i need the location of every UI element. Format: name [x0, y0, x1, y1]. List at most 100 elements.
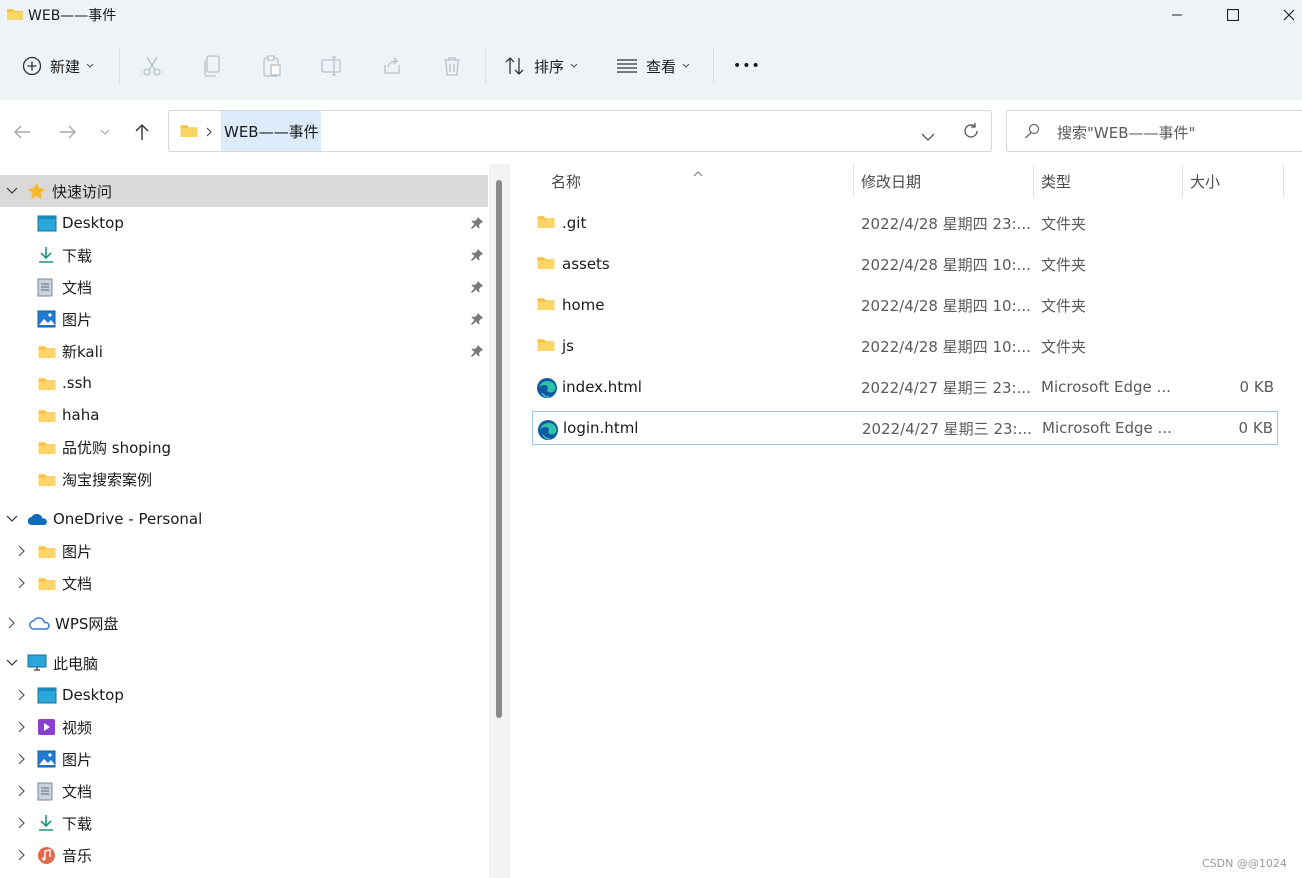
maximize-button[interactable] [1210, 0, 1256, 30]
nav-this-pc[interactable]: 此电脑 [0, 647, 488, 679]
new-button[interactable]: 新建 [22, 48, 94, 84]
nav-onedrive-documents[interactable]: 文档 [0, 567, 488, 599]
share-button[interactable] [382, 48, 402, 84]
column-header-type[interactable]: 类型 [1041, 168, 1071, 194]
more-options-button[interactable]: ••• [733, 48, 761, 84]
column-header-name[interactable]: 名称 [551, 168, 581, 194]
file-date: 2022/4/28 星期四 10:... [861, 255, 1031, 274]
recent-locations-button[interactable] [92, 118, 118, 146]
nav-quick-item[interactable]: 淘宝搜索案例 [0, 463, 488, 495]
file-row[interactable]: index.html 2022/4/27 星期三 23:... Microsoft … [532, 370, 1278, 404]
delete-button[interactable] [443, 48, 461, 84]
rename-button[interactable] [321, 48, 343, 84]
nav-pc-item[interactable]: 视频 [0, 711, 488, 743]
file-row[interactable]: assets 2022/4/28 星期四 10:... 文件夹 [532, 247, 1278, 281]
nav-label: OneDrive - Personal [53, 510, 203, 528]
forward-button[interactable] [54, 118, 82, 146]
nav-pc-item[interactable]: Desktop [0, 679, 488, 711]
nav-quick-item[interactable]: haha [0, 399, 488, 431]
column-divider[interactable] [853, 164, 854, 198]
refresh-button[interactable] [962, 122, 980, 144]
close-button[interactable] [1266, 0, 1302, 30]
address-dropdown-button[interactable] [921, 127, 935, 145]
nav-quick-item[interactable]: .ssh [0, 367, 488, 399]
chevron-right-icon[interactable] [206, 123, 212, 141]
paste-button[interactable] [262, 48, 282, 84]
chevron-down-icon[interactable] [5, 184, 19, 198]
chevron-down-icon[interactable] [5, 512, 19, 526]
nav-onedrive-pictures[interactable]: 图片 [0, 535, 488, 567]
column-divider[interactable] [1182, 164, 1183, 198]
column-divider[interactable] [1033, 164, 1034, 198]
nav-onedrive[interactable]: OneDrive - Personal [0, 503, 488, 535]
sort-button[interactable]: 排序 [504, 48, 578, 84]
chevron-right-icon[interactable] [15, 720, 29, 734]
file-row[interactable]: home 2022/4/28 星期四 10:... 文件夹 [532, 288, 1278, 322]
chevron-right-icon[interactable] [15, 544, 29, 558]
nav-label: .ssh [62, 374, 92, 392]
file-type: Microsoft Edge ... [1042, 419, 1172, 437]
nav-pc-item[interactable]: 下载 [0, 807, 488, 839]
chevron-right-icon[interactable] [15, 848, 29, 862]
watermark: CSDN @@1024 [1202, 857, 1287, 870]
chevron-right-icon[interactable] [15, 752, 29, 766]
chevron-right-icon[interactable] [15, 784, 29, 798]
file-name: index.html [562, 378, 642, 396]
nav-label: 快速访问 [52, 182, 113, 201]
star-icon [27, 182, 46, 200]
nav-quick-item[interactable]: 品优购 shoping [0, 431, 488, 463]
chevron-down-icon[interactable] [5, 656, 19, 670]
nav-wps[interactable]: WPS网盘 [0, 607, 488, 639]
column-header-size[interactable]: 大小 [1190, 168, 1220, 194]
copy-button[interactable] [203, 48, 221, 84]
file-type: 文件夹 [1041, 214, 1087, 233]
nav-pc-item[interactable]: 文档 [0, 775, 488, 807]
file-row[interactable]: js 2022/4/28 星期四 10:... 文件夹 [532, 329, 1278, 363]
pin-icon [470, 248, 484, 266]
up-button[interactable] [128, 118, 156, 146]
file-name: home [562, 296, 605, 314]
documents-icon [37, 278, 57, 297]
nav-quick-item[interactable]: 下载 [0, 239, 488, 271]
nav-quick-item[interactable]: 文档 [0, 271, 488, 303]
file-name: login.html [563, 419, 639, 437]
paste-icon [263, 55, 281, 77]
download-icon [37, 246, 57, 264]
breadcrumb[interactable]: WEB——事件 [224, 121, 319, 142]
chevron-right-icon[interactable] [15, 576, 29, 590]
chevron-right-icon[interactable] [5, 616, 19, 630]
file-row[interactable]: login.html 2022/4/27 星期三 23:... Microsoft … [532, 411, 1278, 445]
file-row[interactable]: .git 2022/4/28 星期四 23:... 文件夹 [532, 206, 1278, 240]
nav-quick-item[interactable]: 图片 [0, 303, 488, 335]
file-type: 文件夹 [1041, 296, 1087, 315]
file-name: js [562, 337, 574, 355]
view-button[interactable]: 查看 [616, 48, 690, 84]
column-header-date[interactable]: 修改日期 [861, 168, 921, 194]
nav-quick-access[interactable]: 快速访问 [0, 175, 488, 207]
toolbar-divider [485, 48, 486, 84]
search-input[interactable]: 搜索"WEB——事件" [1057, 122, 1195, 143]
back-button[interactable] [8, 118, 36, 146]
nav-quick-item[interactable]: 新kali [0, 335, 488, 367]
folder-icon [37, 439, 57, 456]
onedrive-cloud-icon [27, 512, 49, 526]
nav-quick-item[interactable]: Desktop [0, 207, 488, 239]
folder-icon [536, 254, 556, 275]
nav-label: Desktop [62, 214, 124, 232]
column-divider[interactable] [1283, 164, 1284, 198]
file-type: 文件夹 [1041, 255, 1087, 274]
view-list-icon [617, 59, 637, 73]
file-name: .git [562, 214, 587, 232]
folder-icon [536, 336, 556, 357]
nav-pc-item[interactable]: 图片 [0, 743, 488, 775]
nav-label: 淘宝搜索案例 [62, 470, 153, 489]
cut-button[interactable] [142, 48, 162, 84]
nav-label: 新kali [62, 342, 103, 361]
nav-pc-item[interactable]: 音乐 [0, 839, 488, 871]
chevron-right-icon[interactable] [15, 688, 29, 702]
chevron-right-icon[interactable] [15, 816, 29, 830]
nav-scrollbar-thumb[interactable] [496, 180, 502, 718]
folder-icon [37, 343, 57, 360]
minimize-button[interactable] [1154, 0, 1200, 30]
search-icon [1024, 123, 1040, 143]
